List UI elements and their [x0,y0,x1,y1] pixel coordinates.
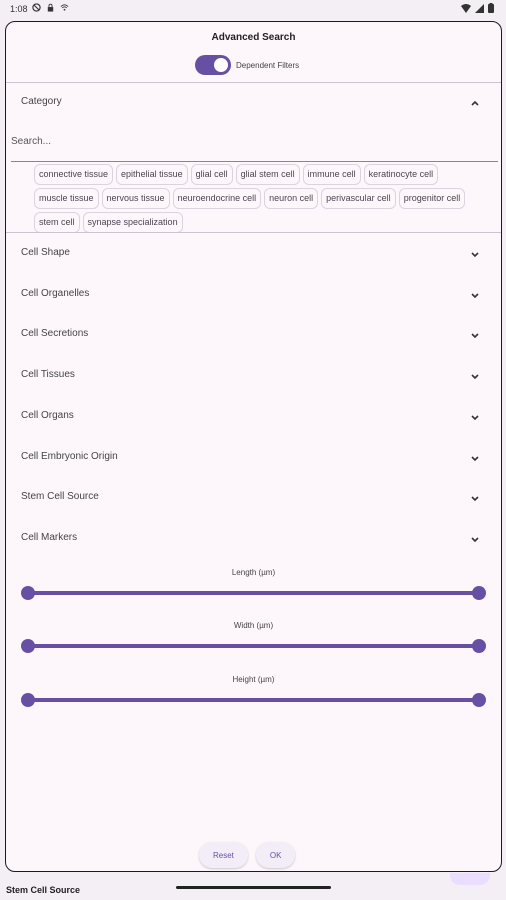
chip-nervous-tissue[interactable]: nervous tissue [101,188,170,209]
dependent-filters-row: Dependent Filters [195,55,299,75]
advanced-search-dialog: Advanced Search Dependent Filters Catego… [5,21,502,872]
chip-synapse-specialization[interactable]: synapse specialization [82,212,183,233]
dialog-actions: Reset OK [199,842,296,868]
slider-max-handle[interactable] [472,586,486,600]
lock-icon [47,3,54,12]
battery-icon [488,3,494,13]
section-label: Cell Shape [21,247,70,258]
floating-action-button[interactable] [450,873,490,885]
chip-epithelial-tissue[interactable]: epithelial tissue [116,164,188,185]
section-category[interactable]: Category [6,83,501,123]
section-stem-cell-source[interactable]: Stem Cell Source [6,478,501,518]
section-label: Cell Embryonic Origin [21,451,118,462]
section-label: Stem Cell Source [21,491,99,502]
switch-knob [214,58,228,72]
category-chips: connective tissue epithelial tissue glia… [34,164,484,233]
section-category-label: Category [21,96,62,107]
chevron-down-icon [471,496,479,502]
slider-track[interactable] [28,698,479,702]
chip-stem-cell[interactable]: stem cell [34,212,80,233]
height-slider: Height (µm) [6,675,501,725]
chevron-down-icon [471,415,479,421]
section-cell-embryonic-origin[interactable]: Cell Embryonic Origin [6,438,501,478]
slider-label: Height (µm) [232,675,275,684]
do-not-disturb-icon [32,3,41,12]
section-cell-shape[interactable]: Cell Shape [6,234,501,274]
section-label: Cell Organelles [21,288,90,299]
chip-perivascular-cell[interactable]: perivascular cell [321,188,396,209]
section-cell-organs[interactable]: Cell Organs [6,397,501,437]
section-cell-organelles[interactable]: Cell Organelles [6,275,501,315]
status-time: 1:08 [10,4,28,14]
dialog-title: Advanced Search [211,32,296,43]
chip-muscle-tissue[interactable]: muscle tissue [34,188,99,209]
slider-track[interactable] [28,644,479,648]
dependent-filters-switch[interactable] [195,55,231,75]
signal-icon [475,3,484,13]
category-search [11,130,498,162]
chip-connective-tissue[interactable]: connective tissue [34,164,114,185]
chevron-down-icon [471,252,479,258]
slider-min-handle[interactable] [21,586,35,600]
chevron-down-icon [471,537,479,543]
chevron-down-icon [471,456,479,462]
length-slider: Length (µm) [6,568,501,618]
chip-neuroendocrine-cell[interactable]: neuroendocrine cell [172,188,262,209]
gesture-navigation-bar[interactable] [176,886,331,889]
ok-button[interactable]: OK [255,842,296,868]
chip-keratinocyte-cell[interactable]: keratinocyte cell [363,164,439,185]
wifi-icon [461,3,471,13]
chip-glial-cell[interactable]: glial cell [190,164,233,185]
dependent-filters-label: Dependent Filters [236,60,300,70]
section-label: Cell Organs [21,410,74,421]
section-label: Cell Tissues [21,369,75,380]
reset-button[interactable]: Reset [199,842,248,868]
chip-progenitor-cell[interactable]: progenitor cell [398,188,466,209]
section-label: Cell Markers [21,532,78,543]
status-bar: 1:08 [0,0,506,20]
chevron-down-icon [471,333,479,339]
slider-min-handle[interactable] [21,693,35,707]
chevron-up-icon [471,100,479,106]
slider-max-handle[interactable] [472,639,486,653]
section-cell-tissues[interactable]: Cell Tissues [6,356,501,396]
chip-immune-cell[interactable]: immune cell [302,164,361,185]
status-icons-left [32,3,69,12]
slider-track[interactable] [28,591,479,595]
width-slider: Width (µm) [6,621,501,671]
slider-label: Width (µm) [233,621,274,630]
divider [6,232,501,233]
section-cell-secretions[interactable]: Cell Secretions [6,315,501,355]
chevron-down-icon [471,293,479,299]
chip-glial-stem-cell[interactable]: glial stem cell [235,164,300,185]
chevron-down-icon [471,374,479,380]
section-cell-markers[interactable]: Cell Markers [6,519,501,559]
status-icons-right [461,3,494,13]
slider-max-handle[interactable] [472,693,486,707]
slider-min-handle[interactable] [21,639,35,653]
chip-neuron-cell[interactable]: neuron cell [264,188,319,209]
section-label: Cell Secretions [21,328,89,339]
slider-label: Length (µm) [231,568,276,577]
background-section-label: Stem Cell Source [6,885,81,895]
category-search-input[interactable] [11,130,498,147]
wifi-status-icon [60,4,69,11]
